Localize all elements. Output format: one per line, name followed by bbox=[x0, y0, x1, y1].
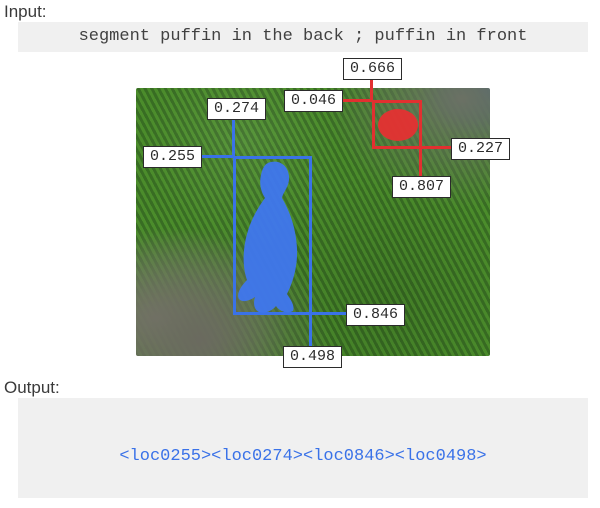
tag-blue-right: 0.846 bbox=[346, 304, 405, 326]
bbox-blue-line-left bbox=[198, 155, 233, 158]
bbox-blue-line-top bbox=[232, 118, 235, 156]
photo-background bbox=[136, 88, 490, 356]
tag-red-bottom: 0.807 bbox=[392, 176, 451, 198]
seg-puffin-front bbox=[233, 156, 312, 315]
tag-blue-left: 0.255 bbox=[143, 146, 202, 168]
figure-root: Input: segment puffin in the back ; puff… bbox=[0, 0, 600, 508]
output-code-block: <loc0255><loc0274><loc0846><loc0498> <se… bbox=[18, 398, 588, 498]
input-heading: Input: bbox=[4, 2, 47, 22]
bbox-blue-line-right bbox=[312, 312, 348, 315]
tag-red-left: 0.046 bbox=[284, 90, 343, 112]
tag-blue-top: 0.274 bbox=[207, 98, 266, 120]
input-code-block: segment puffin in the back ; puffin in f… bbox=[18, 22, 588, 52]
tag-red-top: 0.666 bbox=[343, 58, 402, 80]
output-heading: Output: bbox=[4, 378, 60, 398]
seg-puffin-back bbox=[372, 100, 422, 149]
output-line-1: <loc0255><loc0274><loc0846><loc0498> bbox=[119, 447, 486, 466]
tag-red-right: 0.227 bbox=[451, 138, 510, 160]
annotated-image: 0.255 0.274 0.846 0.498 0.666 0.046 0.22… bbox=[136, 88, 490, 356]
tag-blue-bottom: 0.498 bbox=[283, 346, 342, 368]
